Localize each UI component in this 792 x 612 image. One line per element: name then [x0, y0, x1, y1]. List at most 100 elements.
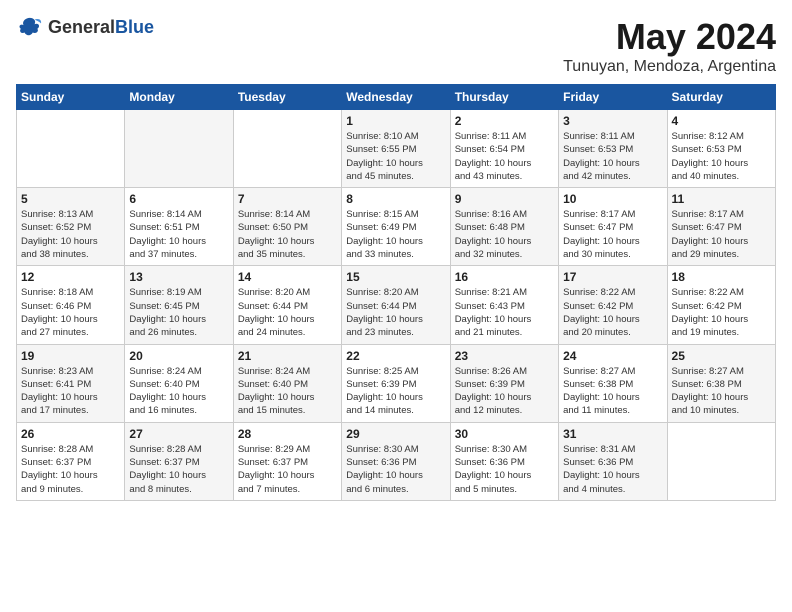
day-info: Sunrise: 8:23 AM Sunset: 6:41 PM Dayligh…	[21, 365, 120, 418]
day-info: Sunrise: 8:20 AM Sunset: 6:44 PM Dayligh…	[238, 286, 337, 339]
calendar-cell: 14 Sunrise: 8:20 AM Sunset: 6:44 PM Dayli…	[233, 266, 341, 344]
day-number: 18	[672, 270, 771, 284]
day-info: Sunrise: 8:24 AM Sunset: 6:40 PM Dayligh…	[238, 365, 337, 418]
day-number: 14	[238, 270, 337, 284]
calendar-cell: 18 Sunrise: 8:22 AM Sunset: 6:42 PM Dayli…	[667, 266, 775, 344]
calendar-cell: 6 Sunrise: 8:14 AM Sunset: 6:51 PM Daylig…	[125, 188, 233, 266]
calendar-cell: 1 Sunrise: 8:10 AM Sunset: 6:55 PM Daylig…	[342, 110, 450, 188]
day-info: Sunrise: 8:30 AM Sunset: 6:36 PM Dayligh…	[455, 443, 554, 496]
calendar-cell: 24Sunrise: 8:27 AM Sunset: 6:38 PM Dayli…	[559, 344, 667, 422]
logo: GeneralBlue	[16, 16, 154, 38]
calendar-week-row: 1 Sunrise: 8:10 AM Sunset: 6:55 PM Daylig…	[17, 110, 776, 188]
calendar-week-row: 12 Sunrise: 8:18 AM Sunset: 6:46 PM Dayli…	[17, 266, 776, 344]
calendar-cell: 2Sunrise: 8:11 AM Sunset: 6:54 PM Daylig…	[450, 110, 558, 188]
col-header-saturday: Saturday	[667, 85, 775, 110]
day-info: Sunrise: 8:10 AM Sunset: 6:55 PM Dayligh…	[346, 130, 445, 183]
calendar-cell: 26Sunrise: 8:28 AM Sunset: 6:37 PM Dayli…	[17, 422, 125, 500]
day-number: 30	[455, 427, 554, 441]
page-header: GeneralBlue May 2024 Tunuyan, Mendoza, A…	[16, 16, 776, 76]
day-info: Sunrise: 8:14 AM Sunset: 6:50 PM Dayligh…	[238, 208, 337, 261]
calendar-cell: 11 Sunrise: 8:17 AM Sunset: 6:47 PM Dayli…	[667, 188, 775, 266]
calendar-cell: 5Sunrise: 8:13 AM Sunset: 6:52 PM Daylig…	[17, 188, 125, 266]
col-header-thursday: Thursday	[450, 85, 558, 110]
calendar-cell: 29 Sunrise: 8:30 AM Sunset: 6:36 PM Dayli…	[342, 422, 450, 500]
location: Tunuyan, Mendoza, Argentina	[563, 58, 776, 76]
calendar-cell: 19 Sunrise: 8:23 AM Sunset: 6:41 PM Dayli…	[17, 344, 125, 422]
calendar-cell: 31Sunrise: 8:31 AM Sunset: 6:36 PM Dayli…	[559, 422, 667, 500]
calendar-cell: 20 Sunrise: 8:24 AM Sunset: 6:40 PM Dayli…	[125, 344, 233, 422]
col-header-sunday: Sunday	[17, 85, 125, 110]
calendar-week-row: 5Sunrise: 8:13 AM Sunset: 6:52 PM Daylig…	[17, 188, 776, 266]
day-number: 25	[672, 349, 771, 363]
col-header-wednesday: Wednesday	[342, 85, 450, 110]
day-info: Sunrise: 8:28 AM Sunset: 6:37 PM Dayligh…	[129, 443, 228, 496]
day-info: Sunrise: 8:17 AM Sunset: 6:47 PM Dayligh…	[672, 208, 771, 261]
day-info: Sunrise: 8:26 AM Sunset: 6:39 PM Dayligh…	[455, 365, 554, 418]
calendar-cell: 4 Sunrise: 8:12 AM Sunset: 6:53 PM Daylig…	[667, 110, 775, 188]
day-info: Sunrise: 8:30 AM Sunset: 6:36 PM Dayligh…	[346, 443, 445, 496]
day-info: Sunrise: 8:22 AM Sunset: 6:42 PM Dayligh…	[672, 286, 771, 339]
calendar-cell: 13 Sunrise: 8:19 AM Sunset: 6:45 PM Dayli…	[125, 266, 233, 344]
day-info: Sunrise: 8:29 AM Sunset: 6:37 PM Dayligh…	[238, 443, 337, 496]
calendar-week-row: 19 Sunrise: 8:23 AM Sunset: 6:41 PM Dayli…	[17, 344, 776, 422]
day-number: 10	[563, 192, 662, 206]
day-number: 12	[21, 270, 120, 284]
day-number: 11	[672, 192, 771, 206]
calendar-cell: 23 Sunrise: 8:26 AM Sunset: 6:39 PM Dayli…	[450, 344, 558, 422]
calendar-cell: 30 Sunrise: 8:30 AM Sunset: 6:36 PM Dayli…	[450, 422, 558, 500]
day-info: Sunrise: 8:13 AM Sunset: 6:52 PM Dayligh…	[21, 208, 120, 261]
day-number: 1	[346, 114, 445, 128]
day-info: Sunrise: 8:14 AM Sunset: 6:51 PM Dayligh…	[129, 208, 228, 261]
day-info: Sunrise: 8:20 AM Sunset: 6:44 PM Dayligh…	[346, 286, 445, 339]
calendar-cell: 17 Sunrise: 8:22 AM Sunset: 6:42 PM Dayli…	[559, 266, 667, 344]
day-number: 21	[238, 349, 337, 363]
day-number: 31	[563, 427, 662, 441]
calendar-cell	[17, 110, 125, 188]
calendar-cell: 16 Sunrise: 8:21 AM Sunset: 6:43 PM Dayli…	[450, 266, 558, 344]
day-number: 28	[238, 427, 337, 441]
logo-blue: Blue	[115, 17, 154, 37]
day-number: 20	[129, 349, 228, 363]
day-info: Sunrise: 8:21 AM Sunset: 6:43 PM Dayligh…	[455, 286, 554, 339]
day-number: 15	[346, 270, 445, 284]
day-number: 13	[129, 270, 228, 284]
logo-general: General	[48, 17, 115, 37]
day-number: 17	[563, 270, 662, 284]
day-number: 6	[129, 192, 228, 206]
calendar-cell: 7 Sunrise: 8:14 AM Sunset: 6:50 PM Daylig…	[233, 188, 341, 266]
day-number: 24	[563, 349, 662, 363]
day-info: Sunrise: 8:24 AM Sunset: 6:40 PM Dayligh…	[129, 365, 228, 418]
day-info: Sunrise: 8:18 AM Sunset: 6:46 PM Dayligh…	[21, 286, 120, 339]
calendar-cell: 8Sunrise: 8:15 AM Sunset: 6:49 PM Daylig…	[342, 188, 450, 266]
calendar-cell	[667, 422, 775, 500]
day-info: Sunrise: 8:25 AM Sunset: 6:39 PM Dayligh…	[346, 365, 445, 418]
day-number: 29	[346, 427, 445, 441]
title-block: May 2024 Tunuyan, Mendoza, Argentina	[563, 16, 776, 76]
calendar-table: SundayMondayTuesdayWednesdayThursdayFrid…	[16, 84, 776, 501]
calendar-cell: 27 Sunrise: 8:28 AM Sunset: 6:37 PM Dayli…	[125, 422, 233, 500]
day-number: 16	[455, 270, 554, 284]
day-number: 23	[455, 349, 554, 363]
day-info: Sunrise: 8:27 AM Sunset: 6:38 PM Dayligh…	[672, 365, 771, 418]
day-info: Sunrise: 8:17 AM Sunset: 6:47 PM Dayligh…	[563, 208, 662, 261]
day-info: Sunrise: 8:19 AM Sunset: 6:45 PM Dayligh…	[129, 286, 228, 339]
col-header-monday: Monday	[125, 85, 233, 110]
col-header-friday: Friday	[559, 85, 667, 110]
day-info: Sunrise: 8:22 AM Sunset: 6:42 PM Dayligh…	[563, 286, 662, 339]
calendar-cell	[125, 110, 233, 188]
day-number: 3	[563, 114, 662, 128]
calendar-cell	[233, 110, 341, 188]
calendar-week-row: 26Sunrise: 8:28 AM Sunset: 6:37 PM Dayli…	[17, 422, 776, 500]
day-number: 27	[129, 427, 228, 441]
calendar-cell: 25 Sunrise: 8:27 AM Sunset: 6:38 PM Dayli…	[667, 344, 775, 422]
day-info: Sunrise: 8:12 AM Sunset: 6:53 PM Dayligh…	[672, 130, 771, 183]
day-number: 7	[238, 192, 337, 206]
day-info: Sunrise: 8:11 AM Sunset: 6:53 PM Dayligh…	[563, 130, 662, 183]
day-number: 19	[21, 349, 120, 363]
calendar-cell: 10 Sunrise: 8:17 AM Sunset: 6:47 PM Dayli…	[559, 188, 667, 266]
day-number: 4	[672, 114, 771, 128]
day-info: Sunrise: 8:15 AM Sunset: 6:49 PM Dayligh…	[346, 208, 445, 261]
calendar-cell: 21 Sunrise: 8:24 AM Sunset: 6:40 PM Dayli…	[233, 344, 341, 422]
day-info: Sunrise: 8:28 AM Sunset: 6:37 PM Dayligh…	[21, 443, 120, 496]
calendar-cell: 3 Sunrise: 8:11 AM Sunset: 6:53 PM Daylig…	[559, 110, 667, 188]
